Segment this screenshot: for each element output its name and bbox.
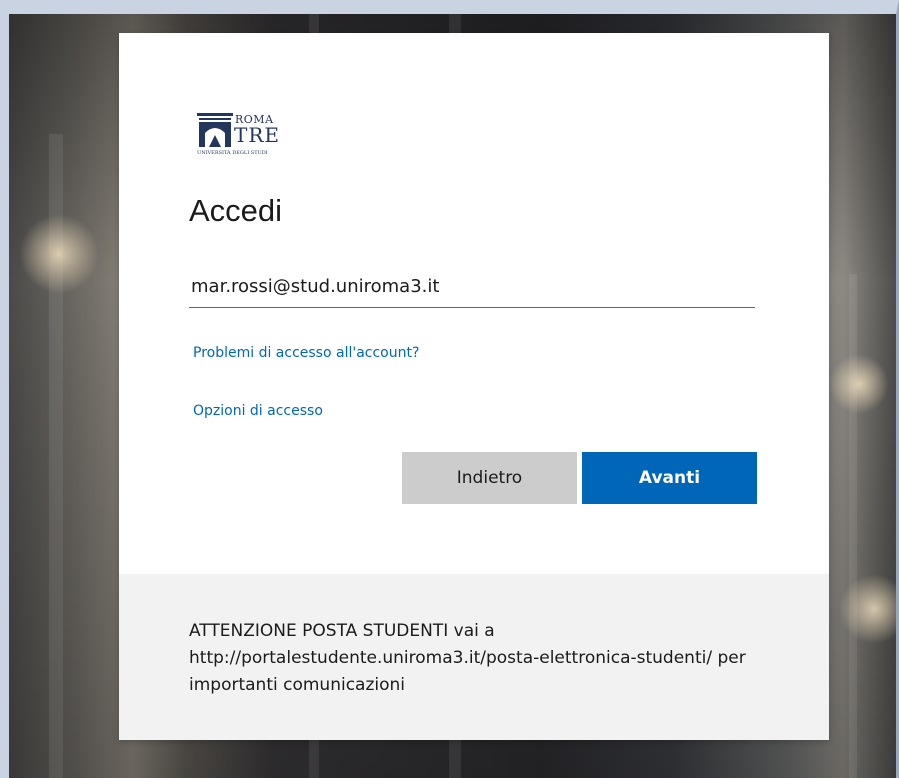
next-button[interactable]: Avanti xyxy=(582,452,757,504)
account-problems-link[interactable]: Problemi di accesso all'account? xyxy=(193,345,419,361)
logo-tre-text: TRE xyxy=(234,123,280,147)
signin-card: ROMA TRE UNIVERSITÀ DEGLI STUDI Accedi P… xyxy=(119,33,829,740)
signin-options-link[interactable]: Opzioni di accesso xyxy=(193,403,323,419)
email-input[interactable] xyxy=(189,266,755,308)
logo-university-text: UNIVERSITÀ DEGLI STUDI xyxy=(197,150,268,156)
notice-text: ATTENZIONE POSTA STUDENTI vai a http://p… xyxy=(189,621,746,695)
page-title: Accedi xyxy=(189,193,283,228)
arch-logo-icon xyxy=(197,113,233,147)
back-button[interactable]: Indietro xyxy=(402,452,577,504)
university-logo: ROMA TRE UNIVERSITÀ DEGLI STUDI xyxy=(197,113,281,157)
signin-panel: ROMA TRE UNIVERSITÀ DEGLI STUDI Accedi P… xyxy=(119,33,829,574)
